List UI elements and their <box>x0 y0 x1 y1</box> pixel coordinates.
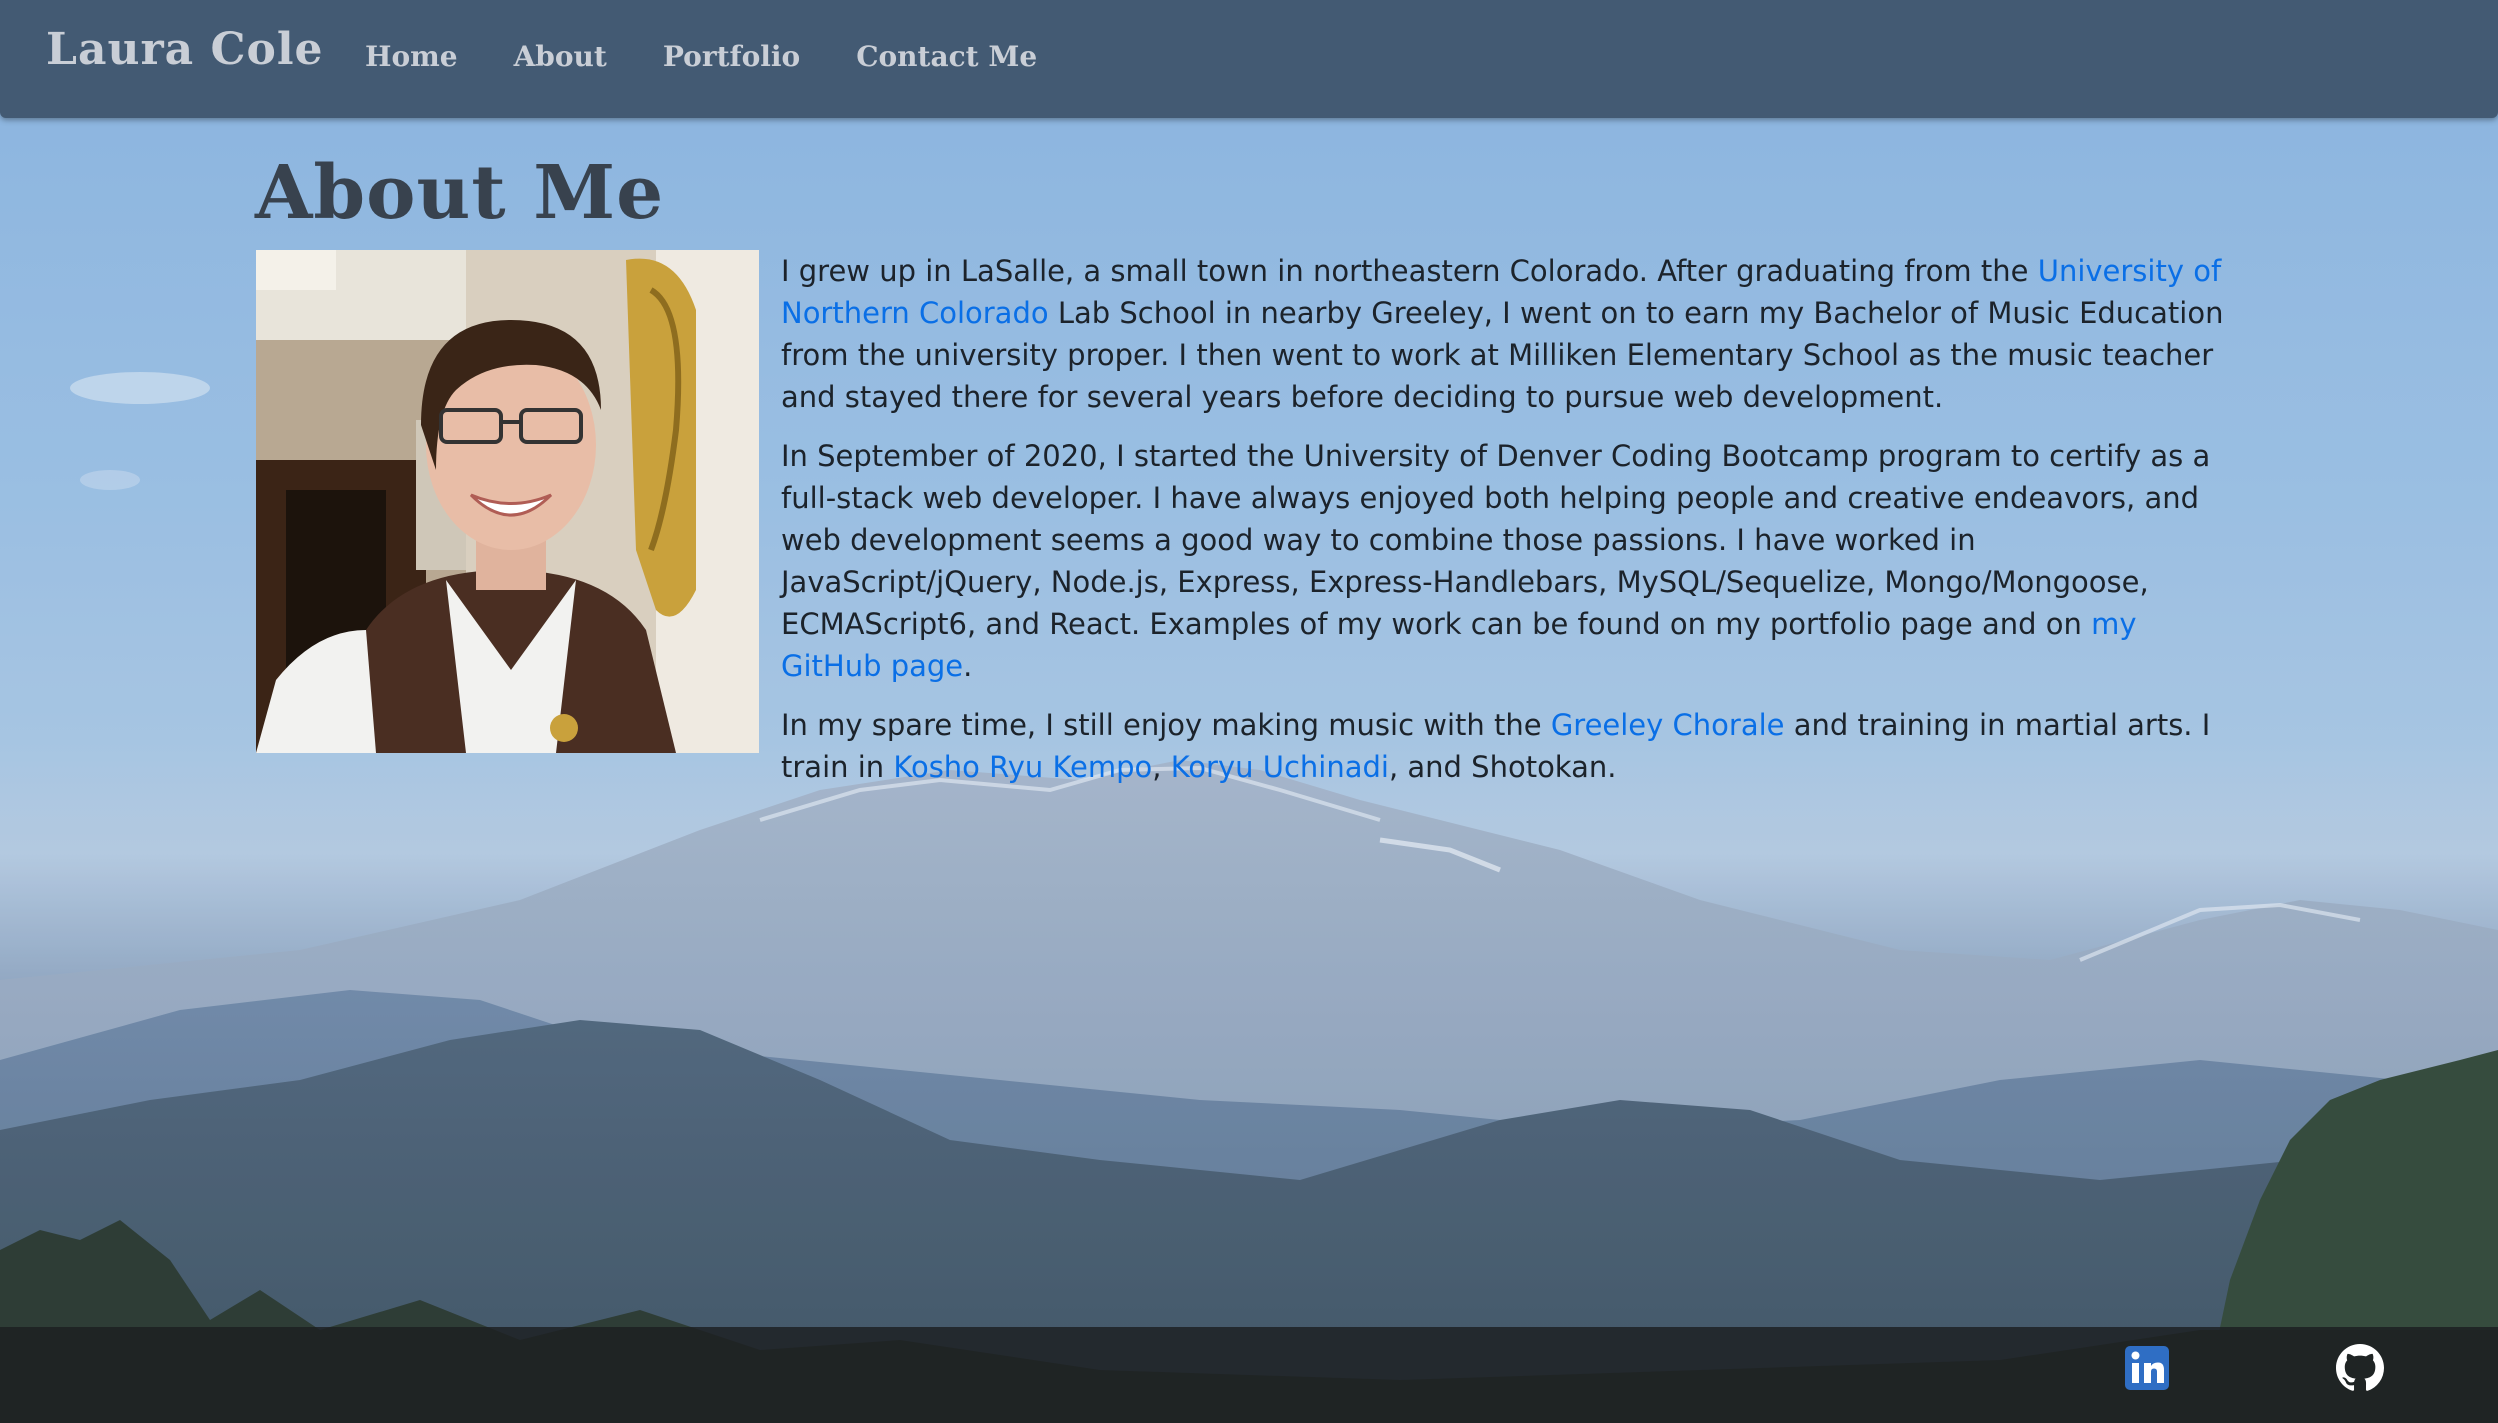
bio-text-segment: , and Shotokan. <box>1388 750 1617 784</box>
nav-link-contact[interactable]: Contact Me <box>856 40 1037 73</box>
link-koryu-uchinadi[interactable]: Koryu Uchinadi <box>1171 750 1389 784</box>
brand-logo-link[interactable]: Laura Cole <box>46 24 324 75</box>
nav-links: Home About Portfolio Contact Me <box>365 40 1093 73</box>
bio-text-segment: , <box>1152 750 1171 784</box>
nav-link-about[interactable]: About <box>514 40 607 73</box>
link-greeley-chorale[interactable]: Greeley Chorale <box>1551 708 1785 742</box>
github-icon[interactable] <box>2336 1344 2384 1392</box>
bio-text-segment: In September of 2020, I started the Univ… <box>781 439 2211 641</box>
portrait-photo <box>256 250 759 753</box>
bio-text-segment: . <box>963 649 973 683</box>
bio-paragraph-1: I grew up in LaSalle, a small town in no… <box>781 250 2243 418</box>
navbar: Laura Cole Home About Portfolio Contact … <box>0 0 2498 118</box>
bio-text: I grew up in LaSalle, a small town in no… <box>781 250 2243 805</box>
link-kosho-ryu-kempo[interactable]: Kosho Ryu Kempo <box>893 750 1152 784</box>
linkedin-icon[interactable] <box>2123 1344 2171 1392</box>
nav-link-home[interactable]: Home <box>365 40 458 73</box>
bio-text-segment: In my spare time, I still enjoy making m… <box>781 708 1551 742</box>
nav-link-portfolio[interactable]: Portfolio <box>663 40 800 73</box>
page-title: About Me <box>255 150 665 236</box>
bio-paragraph-3: In my spare time, I still enjoy making m… <box>781 704 2243 788</box>
portrait-illustration <box>256 250 759 753</box>
bio-text-segment: I grew up in LaSalle, a small town in no… <box>781 254 2038 288</box>
bio-paragraph-2: In September of 2020, I started the Univ… <box>781 435 2243 687</box>
